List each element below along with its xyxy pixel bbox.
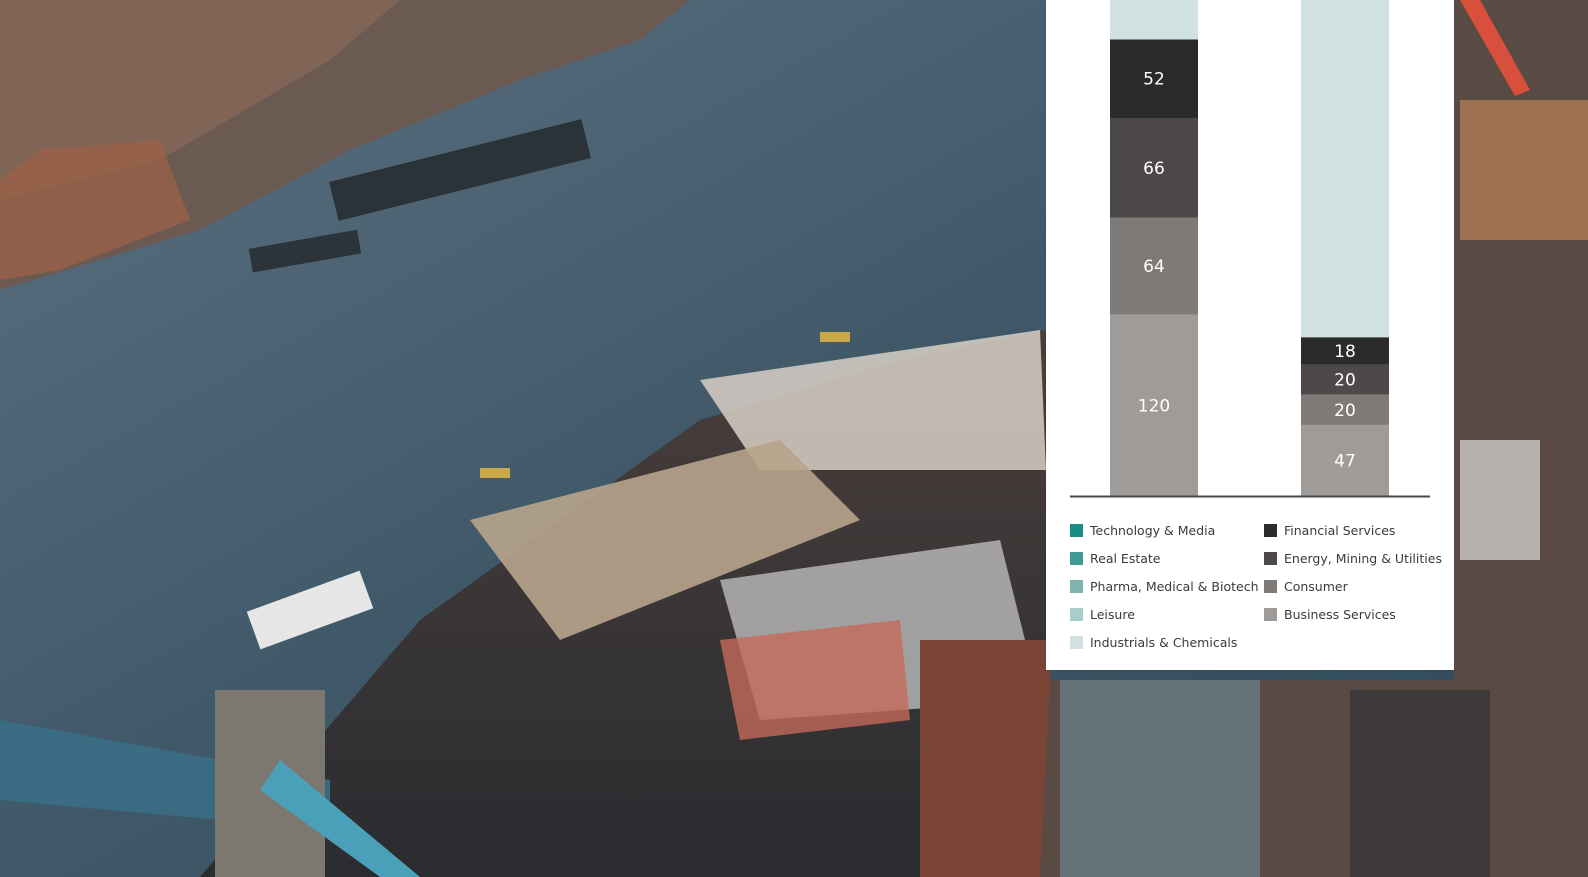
legend-label: Energy, Mining & Utilities <box>1284 550 1442 566</box>
legend-item-real-estate: Real Estate <box>1070 544 1259 572</box>
legend-label: Real Estate <box>1090 550 1161 566</box>
legend-swatch <box>1264 579 1277 593</box>
legend-label: Consumer <box>1284 578 1348 594</box>
legend-label: Business Services <box>1284 606 1396 622</box>
legend-swatch <box>1264 523 1277 537</box>
legend-item-industrials-chemicals: Industrials & Chemicals <box>1070 628 1259 656</box>
bar-segment-industrials-chemicals-2 <box>1301 0 1389 338</box>
bar-segment-industrials-chemicals-1 <box>1110 0 1198 40</box>
data-label-financial-services-2: 18 <box>1334 342 1356 362</box>
data-label-consumer-2: 20 <box>1334 401 1356 421</box>
legend-item-leisure: Leisure <box>1070 600 1259 628</box>
data-label-energy-mining-utilities-2: 20 <box>1334 371 1356 391</box>
legend-item-business-services: Business Services <box>1264 600 1442 628</box>
legend-swatch <box>1070 579 1083 593</box>
legend-label: Technology & Media <box>1090 522 1216 538</box>
legend-label: Pharma, Medical & Biotech <box>1090 578 1259 594</box>
stacked-bar-plot: 120 64 66 52 47 20 20 18 <box>1046 0 1454 498</box>
chart-card: 120 64 66 52 47 20 20 18 Technology & Media Real… <box>1046 0 1454 670</box>
data-label-business-services-1: 120 <box>1138 396 1170 416</box>
data-label-business-services-2: 47 <box>1334 451 1356 471</box>
legend-item-pharma-medical-biotech: Pharma, Medical & Biotech <box>1070 572 1259 600</box>
legend-label: Industrials & Chemicals <box>1090 634 1238 650</box>
legend-column-left: Technology & Media Real Estate Pharma, Med… <box>1070 516 1259 656</box>
legend-item-consumer: Consumer <box>1264 572 1442 600</box>
chart-svg: 120 64 66 52 47 20 20 18 <box>1070 0 1430 498</box>
data-label-financial-services-1: 52 <box>1143 70 1165 90</box>
legend-swatch <box>1264 607 1277 621</box>
legend-swatch <box>1264 551 1277 565</box>
legend-label: Financial Services <box>1284 522 1396 538</box>
legend-swatch <box>1070 551 1083 565</box>
legend-item-financial-services: Financial Services <box>1264 516 1442 544</box>
legend-column-right: Financial Services Energy, Mining & Utili… <box>1264 516 1442 628</box>
data-label-consumer-1: 64 <box>1143 257 1165 277</box>
legend-swatch <box>1070 523 1083 537</box>
legend-item-energy-mining-utilities: Energy, Mining & Utilities <box>1264 544 1442 572</box>
data-label-energy-mining-utilities-1: 66 <box>1143 159 1165 179</box>
legend-label: Leisure <box>1090 606 1135 622</box>
legend-swatch <box>1070 607 1083 621</box>
legend-item-technology-media: Technology & Media <box>1070 516 1259 544</box>
legend-swatch <box>1070 635 1083 649</box>
